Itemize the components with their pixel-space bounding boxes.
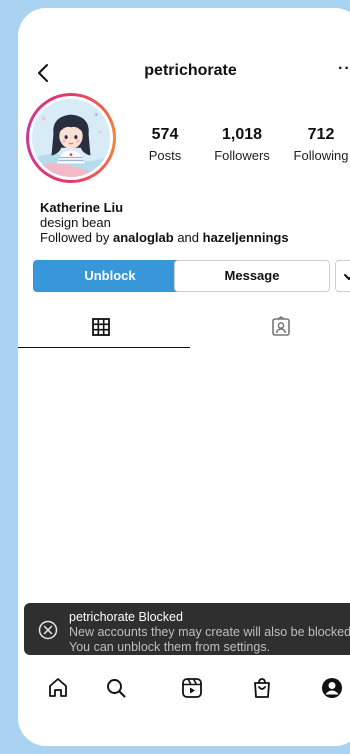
posts-count: 574 [151,126,179,143]
grid-icon [92,318,110,336]
toast-message: New accounts they may create will also b… [69,625,350,654]
close-circle-icon[interactable] [38,620,58,640]
unblock-button[interactable]: Unblock [33,260,187,292]
toast-title: petrichorate Blocked [69,610,183,624]
search-icon [107,679,126,698]
profile-bio: Katherine Liu design bean Followed by an… [40,200,289,245]
nav-shop[interactable] [250,676,274,700]
tagged-icon [272,316,290,336]
followed-by-and: and [177,230,200,245]
message-button[interactable]: Message [174,260,330,292]
nav-home[interactable] [46,676,70,700]
display-name: Katherine Liu [40,200,124,215]
follower-link-hazeljennings[interactable]: hazeljennings [203,230,289,245]
bio-text: design bean [40,215,111,230]
following-count: 712 [307,126,335,143]
avatar[interactable] [26,93,116,183]
more-options-icon[interactable]: ··· [338,60,350,78]
profile-header: petrichorate ··· [18,58,350,88]
nav-profile[interactable] [320,676,344,700]
followed-by: Followed by analoglab and hazeljennings [40,230,289,245]
suggested-accounts-button[interactable] [335,260,350,292]
followers-stat[interactable]: 1,018 Followers [202,126,282,165]
followed-by-prefix: Followed by [40,230,110,245]
reels-icon [182,678,202,698]
bottom-nav [18,668,350,712]
nav-reels[interactable] [180,676,204,700]
avatar-image [32,99,110,177]
profile-icon [322,678,342,698]
page-title: petrichorate [144,62,237,79]
tab-posts-grid[interactable] [18,310,190,348]
chevron-down-icon [344,273,350,280]
profile-tabs [18,310,350,348]
posts-stat[interactable]: 574 Posts [130,126,200,165]
followers-count: 1,018 [221,126,263,143]
profile-stats: 574 Posts 1,018 Followers 712 Following [130,126,350,166]
blocked-toast: petrichorate Blocked New accounts they m… [24,603,350,655]
tab-tagged[interactable] [190,310,350,348]
phone-screen: petrichorate ··· [18,8,350,746]
following-stat[interactable]: 712 Following [282,126,350,165]
posts-label: Posts [148,148,182,163]
home-icon [49,678,67,697]
followers-label: Followers [214,148,270,163]
nav-search[interactable] [104,676,128,700]
following-label: Following [293,148,349,163]
follower-link-analoglab[interactable]: analoglab [113,230,174,245]
shop-icon [254,678,270,698]
